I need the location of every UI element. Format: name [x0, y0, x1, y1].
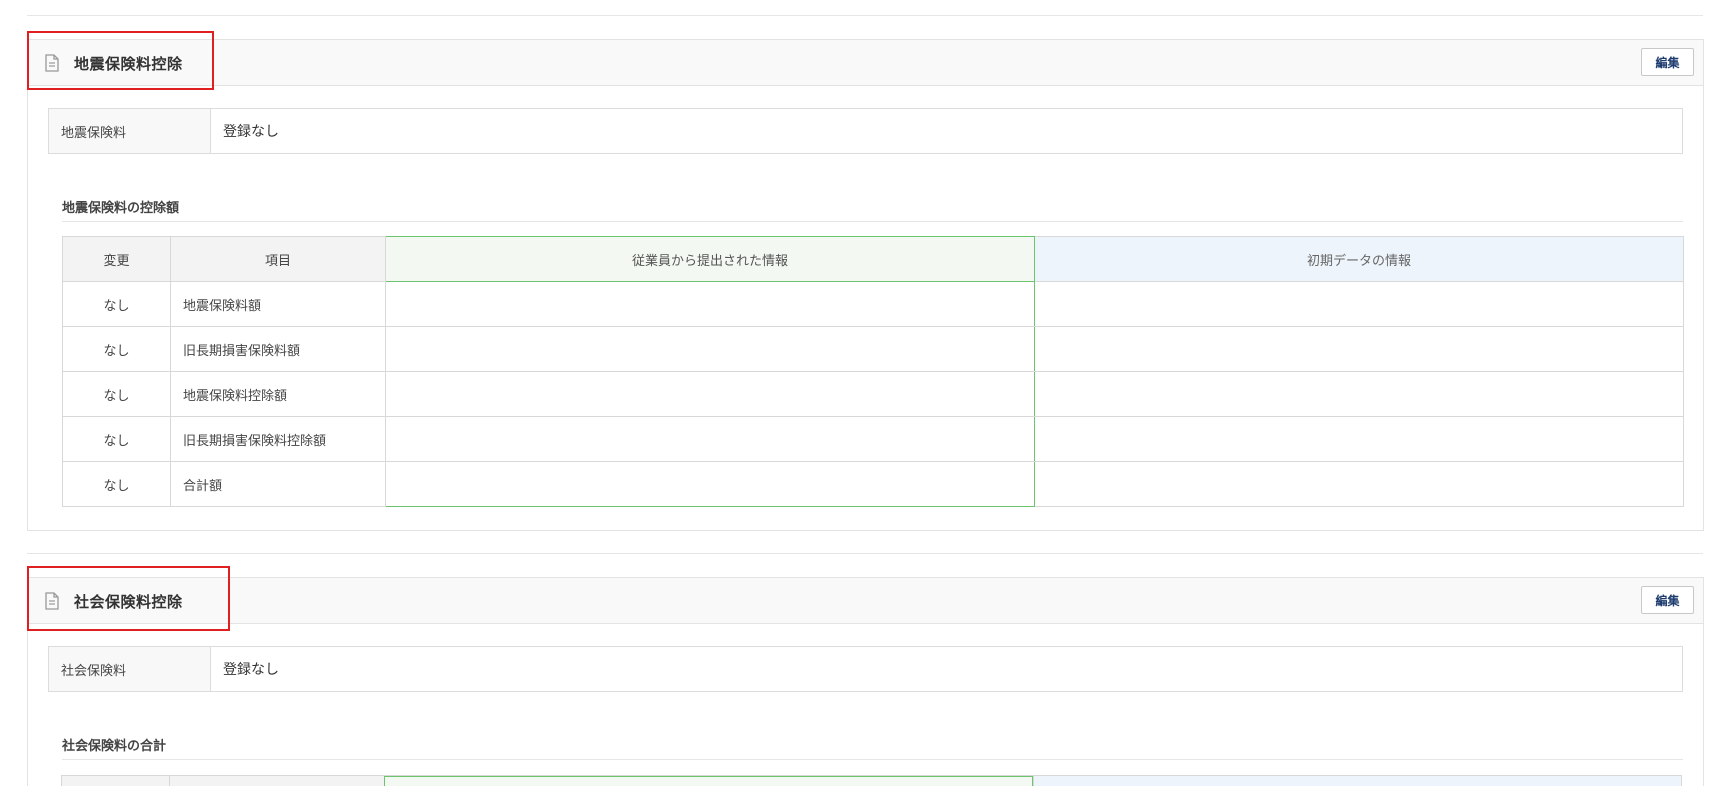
- section-header: 社会保険料控除 編集: [28, 578, 1703, 624]
- table-row: なし 旧長期損害保険料控除額: [62, 416, 1684, 462]
- field-label: 地震保険料: [49, 109, 211, 153]
- field-value: 登録なし: [223, 124, 279, 140]
- cell-change: なし: [62, 281, 171, 327]
- social-insurance-field: 社会保険料 登録なし: [48, 646, 1683, 692]
- column-header-change: 変更: [62, 236, 171, 282]
- top-divider: [27, 15, 1703, 16]
- cell-initial: [1034, 281, 1684, 327]
- cell-item: 地震保険料控除額: [170, 371, 386, 417]
- total-subtitle: 社会保険料の合計: [62, 739, 167, 754]
- field-label: 社会保険料: [49, 647, 211, 691]
- partial-table-header: [61, 775, 1682, 786]
- table-row: なし 地震保険料額: [62, 281, 1684, 327]
- deduction-table: 変更 項目 従業員から提出された情報 初期データの情報 なし 地震保険料額 なし…: [62, 236, 1684, 507]
- cell-employee: [385, 281, 1035, 327]
- subtitle-divider: [62, 221, 1683, 222]
- cell-initial: [1034, 416, 1684, 462]
- cell-initial: [1034, 371, 1684, 417]
- table-row: なし 地震保険料控除額: [62, 371, 1684, 417]
- cell-initial: [1034, 326, 1684, 372]
- highlight-box-social: [27, 566, 230, 631]
- subtitle-divider: [62, 759, 1683, 760]
- cell-item: 地震保険料額: [170, 281, 386, 327]
- social-insurance-section: 社会保険料控除 編集 社会保険料 登録なし 社会保険料の合計: [27, 577, 1704, 786]
- deduction-subtitle: 地震保険料の控除額: [62, 201, 180, 216]
- edit-button[interactable]: 編集: [1641, 586, 1694, 614]
- cell-change: なし: [62, 326, 171, 372]
- earthquake-insurance-section: 地震保険料控除 編集 地震保険料 登録なし 地震保険料の控除額 変更 項目 従業…: [27, 39, 1704, 531]
- cell-change: なし: [62, 416, 171, 462]
- cell-employee: [385, 416, 1035, 462]
- cell-item: 合計額: [170, 461, 386, 507]
- column-header-employee: 従業員から提出された情報: [385, 236, 1035, 282]
- cell-change: なし: [62, 461, 171, 507]
- cell-initial: [1034, 461, 1684, 507]
- cell-change: なし: [62, 371, 171, 417]
- cell-item: 旧長期損害保険料控除額: [170, 416, 386, 462]
- edit-button[interactable]: 編集: [1641, 48, 1694, 76]
- table-row: なし 旧長期損害保険料額: [62, 326, 1684, 372]
- field-value: 登録なし: [223, 662, 279, 678]
- column-header-initial: 初期データの情報: [1034, 236, 1684, 282]
- section-divider: [27, 553, 1703, 554]
- section-header: 地震保険料控除 編集: [28, 40, 1703, 86]
- column-header-item: 項目: [170, 236, 386, 282]
- cell-employee: [385, 326, 1035, 372]
- table-row: なし 合計額: [62, 461, 1684, 507]
- cell-employee: [385, 371, 1035, 417]
- highlight-box-earthquake: [27, 31, 214, 90]
- earthquake-insurance-field: 地震保険料 登録なし: [48, 108, 1683, 154]
- cell-item: 旧長期損害保険料額: [170, 326, 386, 372]
- table-header-row: 変更 項目 従業員から提出された情報 初期データの情報: [62, 236, 1684, 282]
- cell-employee: [385, 461, 1035, 507]
